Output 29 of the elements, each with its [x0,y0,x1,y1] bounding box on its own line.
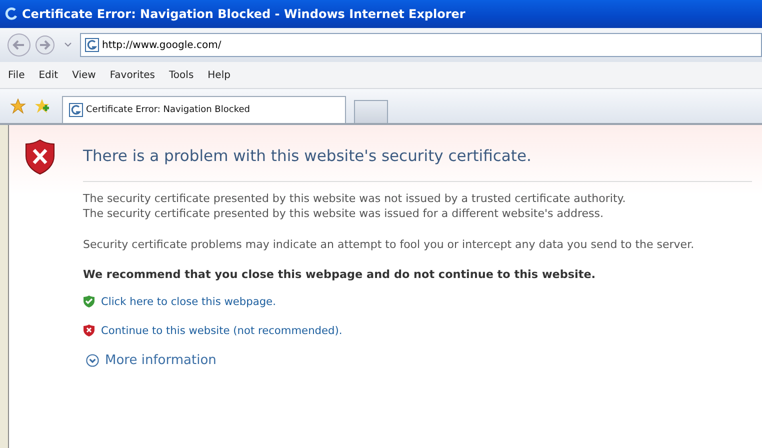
expand-icon[interactable] [86,354,99,367]
menu-item[interactable]: Tools [169,70,194,80]
recommendation-text: We recommend that you close this webpage and do not continue to this website. [83,268,597,281]
page-icon [69,103,83,117]
browser-logo-icon [4,7,18,21]
window-title: Certificate Error: Navigation Blocked - Windows Internet Explorer [22,7,466,21]
menu-item[interactable]: File [8,70,25,80]
new-tab-button[interactable] [354,100,388,123]
address-field[interactable]: http://www.google.com/ [80,33,762,57]
dropdown-icon[interactable] [64,42,72,48]
error-shield-icon [83,324,95,337]
check-shield-icon [83,295,95,308]
paragraph: The security certificate presented by this website was not issued by a trusted certificate authority. The security certificate presented by this website was issued for a different website's address. [83,191,627,221]
menu-item[interactable]: View [72,70,96,80]
add-favorite-icon[interactable] [34,98,50,114]
forward-button[interactable] [34,34,56,56]
menu-item[interactable]: Favorites [110,70,156,80]
link[interactable]: Continue to this website (not recommended). [101,324,342,336]
star-icon[interactable] [10,98,26,114]
link[interactable]: Click here to close this webpage. [101,296,276,308]
error-heading: There is a problem with this website's security certificate. [83,146,532,165]
page-icon [85,38,99,52]
error-shield-icon [25,139,55,175]
menu-item[interactable]: Edit [38,70,58,80]
paragraph: Security certificate problems may indicate an attempt to fool you or intercept any data you send to the server. [83,237,696,252]
menu-item[interactable]: Help [208,70,230,80]
back-button[interactable] [6,32,32,58]
more-information-link[interactable]: More information [105,353,216,368]
tab[interactable]: Certificate Error: Navigation Blocked [62,96,346,123]
